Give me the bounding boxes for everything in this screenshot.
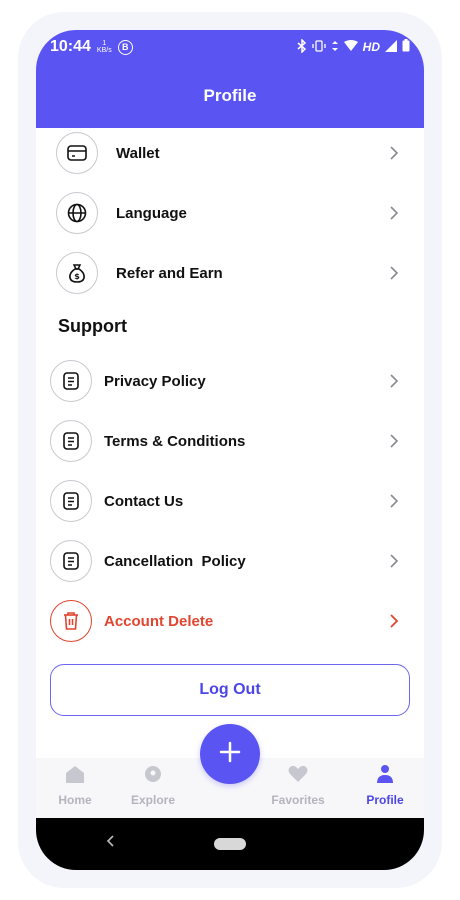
menu-item-wallet[interactable]: Wallet xyxy=(36,128,424,178)
home-icon xyxy=(64,764,86,787)
status-bar: 10:44 1 KB/s B HD xyxy=(36,30,424,64)
chevron-right-icon xyxy=(386,433,402,449)
chevron-right-icon xyxy=(386,145,402,161)
chevron-right-icon xyxy=(386,265,402,281)
chevron-right-icon xyxy=(386,553,402,569)
nav-item-favorites[interactable]: Favorites xyxy=(263,764,333,807)
network-speed: 1 KB/s xyxy=(96,40,112,54)
menu-item-language[interactable]: Language xyxy=(36,188,424,238)
trash-icon xyxy=(50,600,92,642)
menu-item-label: Contact Us xyxy=(104,492,184,510)
menu-item-contact-us[interactable]: Contact Us xyxy=(36,476,424,526)
wifi-icon xyxy=(343,39,358,55)
nav-label: Profile xyxy=(366,793,404,807)
chevron-right-icon xyxy=(386,373,402,389)
document-icon xyxy=(50,540,92,582)
menu-item-terms-and-conditions[interactable]: Terms & Conditions xyxy=(36,416,424,466)
plus-icon xyxy=(219,741,241,768)
logout-button[interactable]: Log Out xyxy=(50,664,410,716)
menu-item-cancellation-policy[interactable]: Cancellation Policy xyxy=(36,536,424,586)
back-icon[interactable] xyxy=(106,834,116,853)
location-pin-icon xyxy=(143,764,163,787)
menu-item-label: Wallet xyxy=(116,144,160,162)
nav-label: Home xyxy=(58,793,92,807)
menu-item-label: Privacy Policy xyxy=(104,372,206,390)
menu-item-privacy-policy[interactable]: Privacy Policy xyxy=(36,356,424,406)
status-time: 10:44 xyxy=(50,38,91,55)
bluetooth-icon xyxy=(297,37,307,56)
vibrate-icon xyxy=(312,39,326,55)
chevron-right-icon xyxy=(386,613,402,629)
money-bag-icon: $ xyxy=(56,252,98,294)
globe-icon xyxy=(56,192,98,234)
document-icon xyxy=(50,480,92,522)
person-icon xyxy=(375,764,395,787)
chevron-right-icon xyxy=(386,493,402,509)
menu-item-label: Account Delete xyxy=(104,612,214,630)
network-type-label: HD xyxy=(362,40,380,54)
nav-label: Favorites xyxy=(271,793,325,807)
system-navigation-bar xyxy=(36,818,424,870)
page-title: Profile xyxy=(203,86,257,105)
home-pill-button[interactable] xyxy=(214,838,246,850)
svg-text:$: $ xyxy=(74,272,80,281)
menu-item-account-delete[interactable]: Account Delete xyxy=(36,596,424,646)
wallet-icon xyxy=(56,132,98,174)
profile-menu: Wallet Language $ Refer and Earn Support xyxy=(36,128,424,758)
document-icon xyxy=(50,360,92,402)
nav-item-explore[interactable]: Explore xyxy=(118,764,188,807)
menu-item-label: Cancellation Policy xyxy=(104,552,246,570)
menu-item-label: Terms & Conditions xyxy=(104,432,246,450)
support-section-title: Support xyxy=(58,316,127,336)
data-arrows-icon xyxy=(331,40,339,55)
menu-item-refer-and-earn[interactable]: $ Refer and Earn xyxy=(36,248,424,298)
nav-label: Explore xyxy=(130,793,175,807)
notification-badge-icon: B xyxy=(117,39,133,55)
heart-icon xyxy=(287,764,309,787)
phone-screen: 10:44 1 KB/s B HD Profile Wallet Languag… xyxy=(36,30,424,870)
add-button[interactable] xyxy=(200,724,260,784)
nav-item-home[interactable]: Home xyxy=(40,764,110,807)
cell-signal-icon xyxy=(385,39,397,55)
battery-icon xyxy=(402,39,410,55)
app-header: Profile xyxy=(36,64,424,128)
nav-item-profile[interactable]: Profile xyxy=(350,764,420,807)
menu-item-label: Language xyxy=(116,204,187,222)
document-icon xyxy=(50,420,92,462)
chevron-right-icon xyxy=(386,205,402,221)
menu-item-label: Refer and Earn xyxy=(116,264,223,282)
